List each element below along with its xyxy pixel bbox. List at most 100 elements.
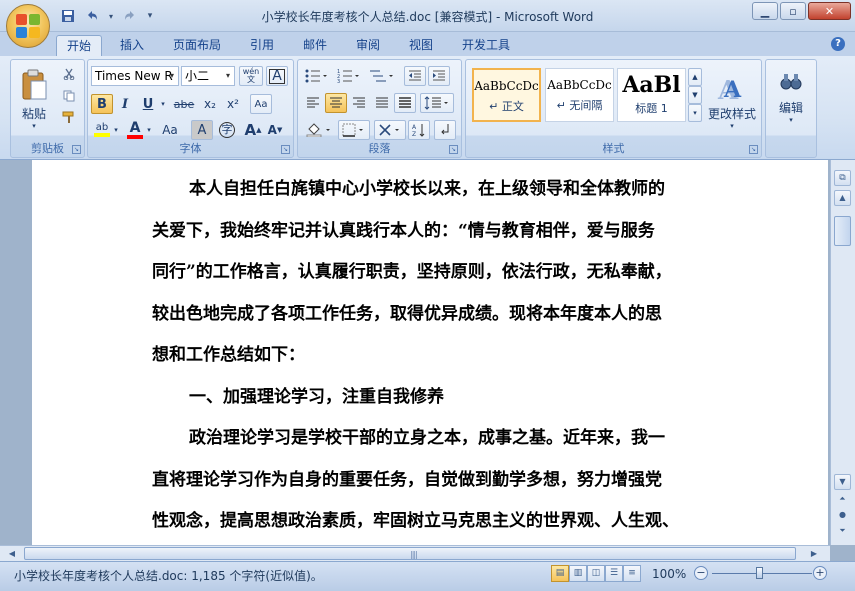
subscript-button[interactable]: x₂ <box>199 94 221 114</box>
tab-mailings[interactable]: 邮件 <box>293 35 337 56</box>
ribbon-tabs: 开始 插入 页面布局 引用 邮件 审阅 视图 开发工具 ? <box>0 32 855 56</box>
font-size-select[interactable]: 小二 ▾ <box>181 66 235 86</box>
paste-button[interactable]: 粘贴 ▾ <box>15 64 53 134</box>
strikethrough-button[interactable]: abe <box>171 94 197 114</box>
clipboard-launcher-icon[interactable]: ↘ <box>72 145 81 154</box>
styles-scroll-up-icon[interactable]: ▲ <box>688 68 702 86</box>
outline-icon[interactable]: ☰ <box>605 565 623 582</box>
align-right-button[interactable] <box>348 93 370 113</box>
underline-button[interactable]: U <box>137 94 159 114</box>
next-page-icon[interactable]: ⏷ <box>834 524 851 540</box>
character-border-button[interactable]: A <box>266 66 288 86</box>
bold-button[interactable]: B <box>91 94 113 114</box>
decrease-indent-button[interactable] <box>404 66 426 86</box>
grow-font-button[interactable]: A ▲ <box>242 120 264 140</box>
font-color-dropdown-icon[interactable]: ▾ <box>145 120 153 140</box>
justify-button[interactable] <box>371 93 393 113</box>
borders-icon <box>342 123 363 137</box>
select-browse-object-icon[interactable]: ● <box>834 508 851 524</box>
draft-icon[interactable]: ≡ <box>623 565 641 582</box>
distributed-button[interactable] <box>394 93 416 113</box>
minimize-button[interactable]: ▁ <box>752 2 778 20</box>
font-name-select[interactable]: Times New R ▾ <box>91 66 179 86</box>
scroll-left-icon[interactable]: ◀ <box>4 547 20 560</box>
change-styles-button[interactable]: A A 更改样式 ▾ <box>704 64 760 138</box>
format-painter-icon[interactable] <box>59 108 79 128</box>
shading-bucket-icon <box>306 123 330 137</box>
scroll-up-icon[interactable]: ▲ <box>834 190 851 206</box>
shrink-font-button[interactable]: A ▼ <box>264 120 286 140</box>
zoom-in-button[interactable]: + <box>813 566 827 580</box>
tab-review[interactable]: 审阅 <box>346 35 390 56</box>
font-color-button[interactable]: A <box>124 120 146 140</box>
binoculars-icon <box>780 73 802 89</box>
tab-references[interactable]: 引用 <box>240 35 284 56</box>
highlight-dropdown-icon[interactable]: ▾ <box>112 120 120 140</box>
tab-home[interactable]: 开始 <box>56 35 103 56</box>
align-center-button[interactable] <box>325 93 347 113</box>
vertical-scroll-thumb[interactable] <box>834 216 851 246</box>
tab-page-layout[interactable]: 页面布局 <box>163 35 231 56</box>
scroll-down-icon[interactable]: ▼ <box>834 474 851 490</box>
office-button[interactable] <box>6 4 50 48</box>
help-icon[interactable]: ? <box>831 37 845 51</box>
full-screen-reading-icon[interactable]: ▥ <box>569 565 587 582</box>
show-marks-button[interactable] <box>434 120 456 140</box>
document-body[interactable]: 本人自担任白旄镇中心小学校长以来，在上级领导和全体教师的 关爱下，我始终牢记并认… <box>152 174 715 545</box>
horizontal-scroll-thumb[interactable]: |||| <box>24 547 796 560</box>
paragraph-launcher-icon[interactable]: ↘ <box>449 145 458 154</box>
increase-indent-button[interactable] <box>428 66 450 86</box>
styles-launcher-icon[interactable]: ↘ <box>749 145 758 154</box>
close-button[interactable]: ✕ <box>808 2 851 20</box>
styles-scroll-down-icon[interactable]: ▼ <box>688 86 702 104</box>
print-layout-icon[interactable]: ▤ <box>551 565 569 582</box>
web-layout-icon[interactable]: ◫ <box>587 565 605 582</box>
zoom-slider-thumb[interactable] <box>756 567 763 579</box>
tab-developer[interactable]: 开发工具 <box>452 35 520 56</box>
copy-icon[interactable] <box>59 86 79 106</box>
tab-view[interactable]: 视图 <box>399 35 443 56</box>
group-font: Times New R ▾ 小二 ▾ wén 文 A B I U ▾ abe x₂… <box>87 59 294 158</box>
horizontal-scrollbar[interactable]: ◀ |||| ▶ <box>0 545 830 561</box>
sort-fix-button[interactable] <box>374 120 406 140</box>
style-no-spacing[interactable]: AaBbCcDc ↵ 无间隔 <box>545 68 614 122</box>
word-count-status[interactable]: 小学校长年度考核个人总结.doc: 1,185 个字符(近似值)。 <box>14 567 323 584</box>
justify-icon <box>376 97 388 108</box>
scroll-right-icon[interactable]: ▶ <box>806 547 822 560</box>
distributed-icon <box>399 97 411 108</box>
character-border-icon: A <box>269 68 285 84</box>
sort-button[interactable]: AZ <box>408 120 430 140</box>
group-label-paragraph: 段落 <box>368 142 391 155</box>
document-page[interactable]: 本人自担任白旄镇中心小学校长以来，在上级领导和全体教师的 关爱下，我始终牢记并认… <box>32 160 828 545</box>
numbering-button[interactable]: 123 <box>334 66 364 86</box>
change-case-button[interactable]: Aa <box>157 120 183 140</box>
bullets-button[interactable] <box>302 66 332 86</box>
multilevel-list-button[interactable] <box>366 66 398 86</box>
vertical-scrollbar[interactable]: ⧉ ▲ ▼ ⏶ ● ⏷ <box>830 160 855 545</box>
enclose-characters-button[interactable]: 字 <box>216 120 238 140</box>
align-left-button[interactable] <box>302 93 324 113</box>
maximize-button[interactable]: ▫ <box>780 2 806 20</box>
styles-more-icon[interactable]: ▾ <box>688 104 702 122</box>
editing-button[interactable]: 编辑 ▾ <box>769 64 813 130</box>
phonetic-guide-button[interactable]: wén 文 <box>239 66 263 86</box>
superscript-button[interactable]: x² <box>222 94 244 114</box>
style-normal[interactable]: AaBbCcDc ↵ 正文 <box>472 68 541 122</box>
italic-button[interactable]: I <box>114 94 136 114</box>
svg-text:Z: Z <box>412 131 416 137</box>
borders-button[interactable] <box>338 120 370 140</box>
highlight-button[interactable]: ab <box>91 120 113 140</box>
previous-page-icon[interactable]: ⏶ <box>834 492 851 508</box>
font-launcher-icon[interactable]: ↘ <box>281 145 290 154</box>
zoom-level[interactable]: 100% <box>652 567 686 581</box>
tab-insert[interactable]: 插入 <box>110 35 154 56</box>
view-ruler-icon[interactable]: ⧉ <box>834 170 851 186</box>
style-heading-1[interactable]: AaBl 标题 1 <box>617 68 686 122</box>
clear-formatting-button[interactable]: Aa <box>250 94 272 114</box>
shading-button[interactable] <box>302 120 336 140</box>
line-spacing-button[interactable] <box>420 93 454 113</box>
zoom-out-button[interactable]: − <box>694 566 708 580</box>
cut-icon[interactable] <box>59 64 79 84</box>
underline-dropdown-icon[interactable]: ▾ <box>158 94 168 114</box>
character-shading-button[interactable]: A <box>191 120 213 140</box>
